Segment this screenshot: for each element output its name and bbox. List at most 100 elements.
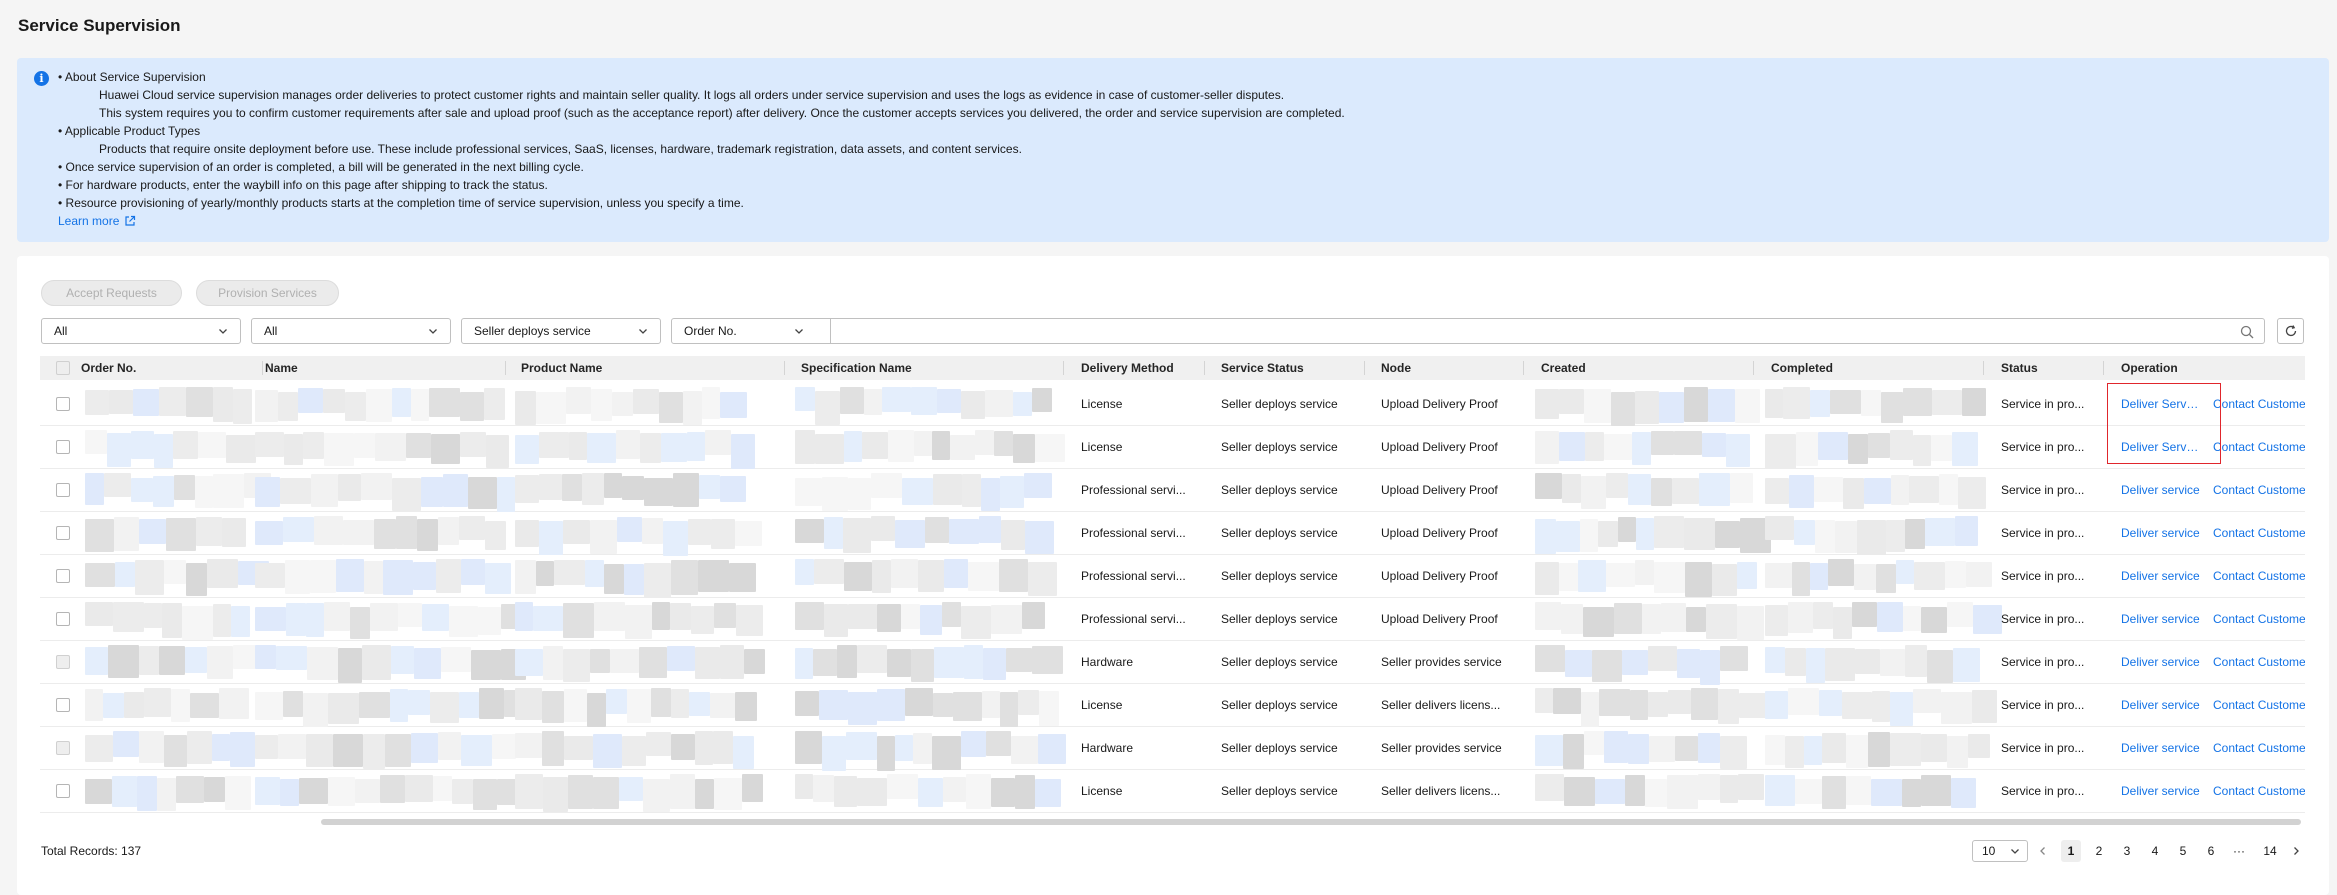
redacted-block bbox=[795, 731, 822, 764]
page-button[interactable]: 2 bbox=[2089, 840, 2109, 862]
page-size-select[interactable]: 10 bbox=[1972, 840, 2028, 862]
redacted-block bbox=[1951, 778, 1976, 808]
deliver-service-link[interactable]: Deliver service bbox=[2121, 770, 2201, 813]
info-banner: i • About Service Supervision Huawei Clo… bbox=[17, 58, 2329, 242]
filter-select-2[interactable]: All bbox=[251, 318, 451, 344]
page-button[interactable]: 3 bbox=[2117, 840, 2137, 862]
search-input[interactable] bbox=[831, 318, 2265, 344]
row-checkbox[interactable] bbox=[56, 483, 70, 497]
redacted-block bbox=[1013, 434, 1035, 463]
redacted-block bbox=[164, 560, 186, 584]
redacted-block bbox=[286, 603, 306, 636]
redacted-block bbox=[582, 473, 604, 505]
page-button[interactable]: 14 bbox=[2258, 840, 2282, 862]
redacted-block bbox=[1028, 562, 1057, 596]
redacted-block bbox=[1846, 735, 1868, 768]
redacted-block bbox=[683, 391, 702, 425]
redacted-block bbox=[795, 602, 824, 630]
accept-requests-button[interactable]: Accept Requests bbox=[41, 280, 182, 306]
redacted-block bbox=[186, 387, 213, 417]
redacted-block bbox=[359, 692, 390, 718]
redacted-block bbox=[590, 649, 610, 673]
redacted-block bbox=[139, 519, 166, 544]
redacted-block bbox=[1794, 520, 1815, 545]
cell-delivery-method: License bbox=[1081, 440, 1123, 454]
redacted-block bbox=[1810, 390, 1830, 417]
redacted-block bbox=[979, 516, 1001, 543]
redacted-block bbox=[895, 520, 925, 548]
redacted-block bbox=[1618, 517, 1636, 542]
col-completed: Completed bbox=[1771, 361, 1834, 375]
horizontal-scrollbar[interactable] bbox=[321, 819, 2301, 825]
deliver-service-link[interactable]: Deliver service bbox=[2121, 469, 2201, 512]
row-checkbox[interactable] bbox=[56, 698, 70, 712]
page-button[interactable]: 1 bbox=[2061, 840, 2081, 862]
redacted-block bbox=[953, 692, 982, 721]
contact-customer-link[interactable]: Contact Custome bbox=[2213, 426, 2305, 469]
next-page-icon[interactable] bbox=[2291, 846, 2301, 856]
row-checkbox[interactable] bbox=[56, 569, 70, 583]
deliver-service-link[interactable]: Deliver service bbox=[2121, 555, 2201, 598]
contact-customer-link[interactable]: Contact Custome bbox=[2213, 770, 2305, 813]
page-button[interactable]: 5 bbox=[2173, 840, 2193, 862]
deliver-service-link[interactable]: Deliver Service bbox=[2121, 426, 2201, 469]
redacted-block bbox=[1765, 516, 1794, 540]
banner-line: Huawei Cloud service supervision manages… bbox=[99, 88, 1285, 102]
refresh-button[interactable] bbox=[2277, 318, 2304, 344]
row-checkbox[interactable] bbox=[56, 526, 70, 540]
redacted-block bbox=[383, 560, 413, 595]
redacted-block bbox=[1765, 434, 1796, 469]
redacted-block bbox=[925, 517, 949, 543]
redacted-block bbox=[1968, 734, 1990, 758]
redacted-block bbox=[1737, 562, 1757, 589]
redacted-block bbox=[1628, 474, 1651, 505]
redacted-block bbox=[1018, 690, 1039, 715]
redacted-block bbox=[135, 560, 164, 595]
redacted-block bbox=[887, 649, 911, 677]
redacted-block bbox=[1814, 477, 1843, 502]
row-checkbox[interactable] bbox=[56, 741, 70, 755]
provision-services-button[interactable]: Provision Services bbox=[196, 280, 339, 306]
search-key-select[interactable]: Order No. bbox=[671, 318, 831, 344]
select-all-checkbox[interactable] bbox=[56, 361, 70, 375]
redacted-block bbox=[857, 645, 887, 673]
row-checkbox[interactable] bbox=[56, 440, 70, 454]
prev-page-icon[interactable] bbox=[2038, 846, 2048, 856]
contact-customer-link[interactable]: Contact Custome bbox=[2213, 383, 2305, 426]
page-button[interactable]: 4 bbox=[2145, 840, 2165, 862]
redacted-block bbox=[338, 474, 361, 501]
cell-status: Service in pro... bbox=[2001, 784, 2085, 798]
search-icon[interactable] bbox=[2240, 325, 2254, 339]
redacted-block bbox=[1632, 432, 1651, 465]
contact-customer-link[interactable]: Contact Custome bbox=[2213, 469, 2305, 512]
contact-customer-link[interactable]: Contact Custome bbox=[2213, 555, 2305, 598]
redacted-block bbox=[306, 734, 333, 767]
col-node: Node bbox=[1381, 361, 1411, 375]
redacted-block bbox=[1846, 776, 1871, 805]
contact-customer-link[interactable]: Contact Custome bbox=[2213, 598, 2305, 641]
page-button[interactable]: 6 bbox=[2201, 840, 2221, 862]
contact-customer-link[interactable]: Contact Custome bbox=[2213, 512, 2305, 555]
row-checkbox[interactable] bbox=[56, 784, 70, 798]
redacted-block bbox=[913, 733, 932, 764]
redacted-block bbox=[1565, 650, 1592, 677]
deliver-service-link[interactable]: Deliver service bbox=[2121, 512, 2201, 555]
redacted-block bbox=[961, 606, 991, 639]
redacted-block bbox=[1958, 477, 1986, 509]
filter-select-1[interactable]: All bbox=[41, 318, 241, 344]
learn-more-link[interactable]: Learn more bbox=[58, 214, 136, 228]
row-checkbox[interactable] bbox=[56, 612, 70, 626]
row-checkbox[interactable] bbox=[56, 655, 70, 669]
deliver-service-link[interactable]: Deliver service bbox=[2121, 641, 2201, 684]
contact-customer-link[interactable]: Contact Custome bbox=[2213, 684, 2305, 727]
row-checkbox[interactable] bbox=[56, 397, 70, 411]
contact-customer-link[interactable]: Contact Custome bbox=[2213, 727, 2305, 770]
deliver-service-link[interactable]: Deliver service bbox=[2121, 598, 2201, 641]
redacted-block bbox=[363, 734, 385, 769]
contact-customer-link[interactable]: Contact Custome bbox=[2213, 641, 2305, 684]
filter-select-1-value: All bbox=[54, 324, 68, 338]
deliver-service-link[interactable]: Deliver service bbox=[2121, 727, 2201, 770]
deliver-service-link[interactable]: Deliver Service bbox=[2121, 383, 2201, 426]
filter-select-3[interactable]: Seller deploys service bbox=[461, 318, 661, 344]
deliver-service-link[interactable]: Deliver service bbox=[2121, 684, 2201, 727]
